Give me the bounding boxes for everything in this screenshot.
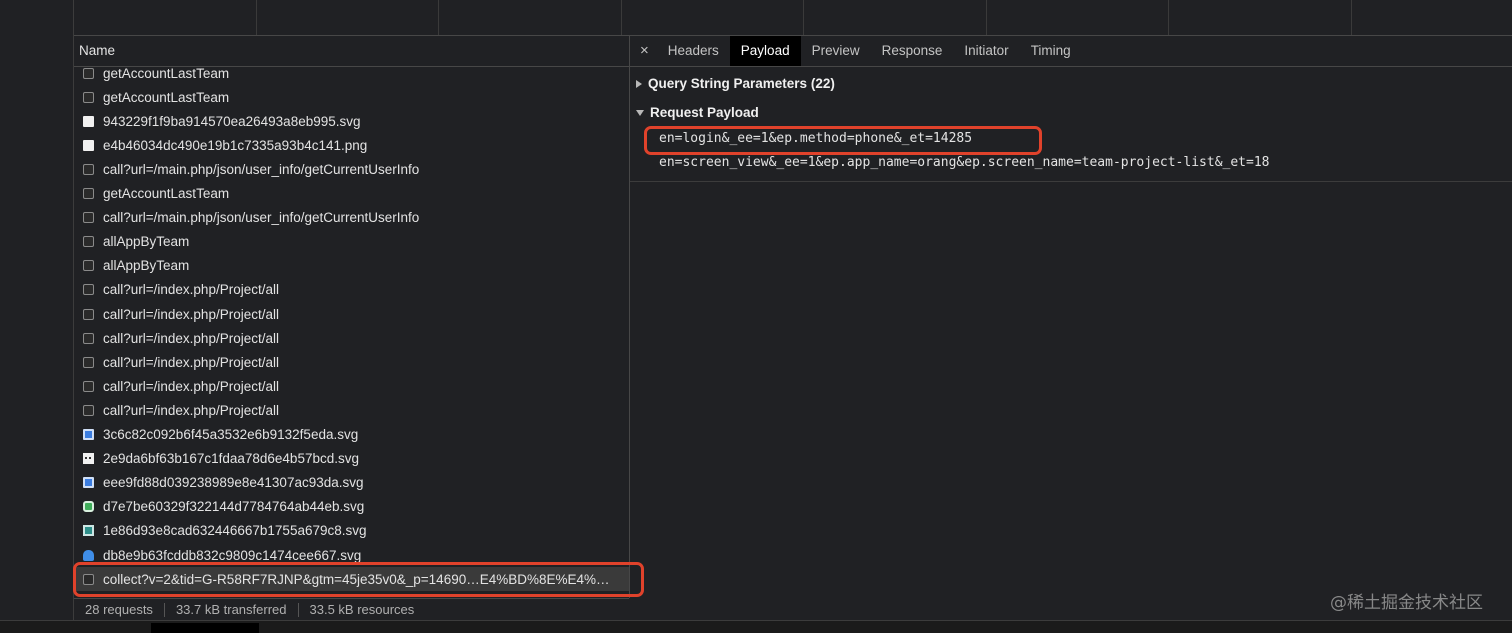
request-name: 2e9da6bf63b167c1fdaa78d6e4b57bcd.svg [103,451,359,467]
request-name: allAppByTeam [103,234,190,250]
document-icon [83,380,94,392]
tab-preview[interactable]: Preview [801,36,871,66]
timeline-gridline [256,0,257,35]
image-icon [83,115,94,127]
timeline-gridline [803,0,804,35]
document-icon [83,284,94,296]
request-row[interactable]: call?url=/index.php/Project/all [74,374,629,398]
request-name: call?url=/index.php/Project/all [103,402,279,418]
left-gutter [0,0,74,632]
request-highlight-box [73,562,644,597]
document-icon [83,404,94,416]
request-name: call?url=/main.php/json/user_info/getCur… [103,210,420,226]
request-row[interactable]: call?url=/index.php/Project/all [74,350,629,374]
request-name: 1e86d93e8cad632446667b1755a679c8.svg [103,523,367,539]
query-string-section-header[interactable]: Query String Parameters (22) [630,70,1512,98]
request-row[interactable]: call?url=/index.php/Project/all [74,278,629,302]
timeline-gridline [1168,0,1169,35]
request-name: allAppByTeam [103,258,190,274]
tab-response[interactable]: Response [871,36,954,66]
request-name: getAccountLastTeam [103,67,230,81]
request-row[interactable]: eee9fd88d039238989e8e41307ac93da.svg [74,471,629,495]
timeline-gridline [1351,0,1352,35]
request-row[interactable]: call?url=/index.php/Project/all [74,302,629,326]
payload-highlight-box [644,126,1042,155]
request-name: 943229f1f9ba914570ea26493a8eb995.svg [103,113,361,129]
request-payload-title: Request Payload [650,105,759,120]
document-icon [83,188,94,199]
drawer-strip [0,620,1512,633]
request-name: eee9fd88d039238989e8e41307ac93da.svg [103,475,364,491]
request-payload-section-header[interactable]: Request Payload [630,99,1512,127]
request-name: getAccountLastTeam [103,89,230,105]
green-image-icon [83,501,94,513]
tab-headers[interactable]: Headers [657,36,730,66]
resources-size: 33.5 kB resources [309,602,415,617]
status-bar: 28 requests 33.7 kB transferred 33.5 kB … [74,598,629,621]
requests-panel: Name getAccountLastTeam getAccountLastTea… [74,36,630,598]
request-row[interactable]: allAppByTeam [74,254,629,278]
watermark: @稀土掘金技术社区 [1330,593,1483,613]
collapse-triangle-icon [636,110,644,116]
request-name: d7e7be60329f322144d7784764ab44eb.svg [103,499,365,515]
request-name: e4b46034dc490e19b1c7335a93b4c141.png [103,137,368,153]
document-icon [83,332,94,344]
document-icon [83,163,94,175]
expand-triangle-icon [636,80,642,88]
document-icon [83,212,94,224]
request-row[interactable]: call?url=/main.php/json/user_info/getCur… [74,206,629,230]
blue-image-icon [83,429,94,440]
request-row[interactable]: 3c6c82c092b6f45a3532e6b9132f5eda.svg [74,423,629,447]
document-icon [83,91,94,103]
document-icon [83,260,94,272]
request-row[interactable]: 2e9da6bf63b167c1fdaa78d6e4b57bcd.svg [74,447,629,471]
timeline-gridline [438,0,439,35]
request-name: call?url=/index.php/Project/all [103,282,279,298]
tab-initiator[interactable]: Initiator [953,36,1019,66]
request-name: call?url=/index.php/Project/all [103,378,279,394]
request-count: 28 requests [74,603,165,617]
request-name: 3c6c82c092b6f45a3532e6b9132f5eda.svg [103,427,359,442]
request-list[interactable]: getAccountLastTeam getAccountLastTeam 9432… [74,67,629,598]
request-row[interactable]: 943229f1f9ba914570ea26493a8eb995.svg [74,109,629,133]
request-row[interactable]: call?url=/index.php/Project/all [74,326,629,350]
request-name: call?url=/index.php/Project/all [103,330,279,346]
request-row[interactable]: call?url=/index.php/Project/all [74,398,629,422]
close-icon[interactable]: × [630,36,657,66]
transferred-size: 33.7 kB transferred [165,603,299,617]
request-name: db8e9b63fcddb832c9809c1474cee667.svg [103,547,362,563]
request-detail-panel: × Headers Payload Preview Response Initi… [630,36,1512,620]
blue-image-icon [83,477,94,489]
cloud-image-icon [83,549,94,561]
request-row[interactable]: call?url=/main.php/json/user_info/getCur… [74,157,629,181]
teal-image-icon [83,525,94,537]
request-row[interactable]: getAccountLastTeam [74,182,629,206]
request-name: call?url=/index.php/Project/all [103,354,279,370]
request-row[interactable]: d7e7be60329f322144d7784764ab44eb.svg [74,495,629,519]
detail-tabbar: × Headers Payload Preview Response Initi… [630,36,1512,67]
request-row[interactable]: allAppByTeam [74,230,629,254]
query-string-title: Query String Parameters (22) [648,76,835,91]
dots-image-icon [83,453,94,465]
tab-timing[interactable]: Timing [1020,36,1082,66]
request-row[interactable]: 1e86d93e8cad632446667b1755a679c8.svg [74,519,629,543]
request-row[interactable]: e4b46034dc490e19b1c7335a93b4c141.png [74,133,629,157]
request-name: getAccountLastTeam [103,186,230,201]
timeline-overview [74,0,1512,36]
request-row[interactable]: getAccountLastTeam [74,85,629,109]
request-name: call?url=/main.php/json/user_info/getCur… [103,161,420,177]
document-icon [83,356,94,368]
request-row[interactable]: getAccountLastTeam [74,67,629,85]
image-icon [83,139,94,151]
document-icon [83,308,94,320]
timeline-gridline [621,0,622,35]
tab-payload[interactable]: Payload [729,36,801,66]
request-name: call?url=/index.php/Project/all [103,306,279,322]
timeline-gridline [986,0,987,35]
document-icon [83,236,94,248]
name-column-header[interactable]: Name [74,36,629,67]
document-icon [83,67,94,79]
